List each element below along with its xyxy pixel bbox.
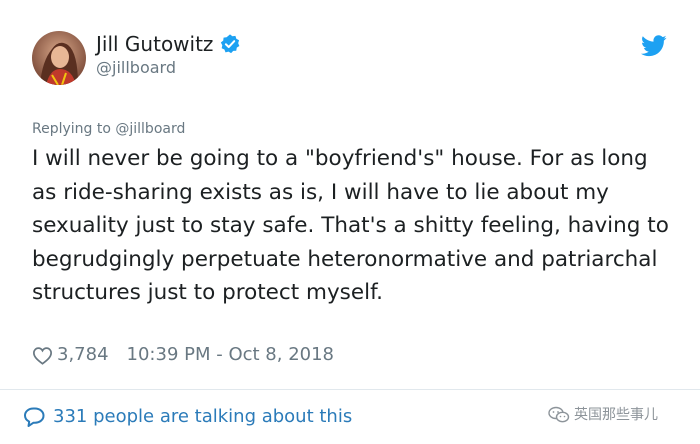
conversation-link[interactable]: 331 people are talking about this bbox=[22, 404, 352, 430]
tweet-meta: 3,784 10:39 PM - Oct 8, 2018 bbox=[32, 343, 334, 367]
tweet-text: I will never be going to a "boyfriend's"… bbox=[32, 146, 669, 305]
twitter-bird-icon[interactable] bbox=[641, 35, 667, 57]
wechat-logo-icon bbox=[548, 406, 570, 424]
divider bbox=[0, 389, 700, 390]
avatar[interactable] bbox=[32, 31, 86, 85]
verified-badge-icon bbox=[219, 33, 241, 55]
like-count[interactable]: 3,784 bbox=[57, 343, 109, 367]
speech-bubble-icon bbox=[22, 406, 46, 428]
reply-context: Replying to @jillboard bbox=[32, 121, 186, 137]
heart-outline-icon[interactable] bbox=[32, 346, 53, 365]
display-name[interactable]: Jill Gutowitz bbox=[96, 31, 213, 57]
watermark-text: 英国那些事儿 bbox=[574, 407, 658, 423]
tweet-timestamp[interactable]: 10:39 PM - Oct 8, 2018 bbox=[127, 343, 334, 367]
watermark: 英国那些事儿 bbox=[548, 405, 658, 425]
conversation-label[interactable]: 331 people are talking about this bbox=[53, 404, 352, 430]
author-handle[interactable]: @jillboard bbox=[96, 58, 176, 78]
tweet-card: Jill Gutowitz @jillboard Replying to @ji… bbox=[0, 0, 700, 444]
display-name-row[interactable]: Jill Gutowitz bbox=[96, 31, 241, 57]
